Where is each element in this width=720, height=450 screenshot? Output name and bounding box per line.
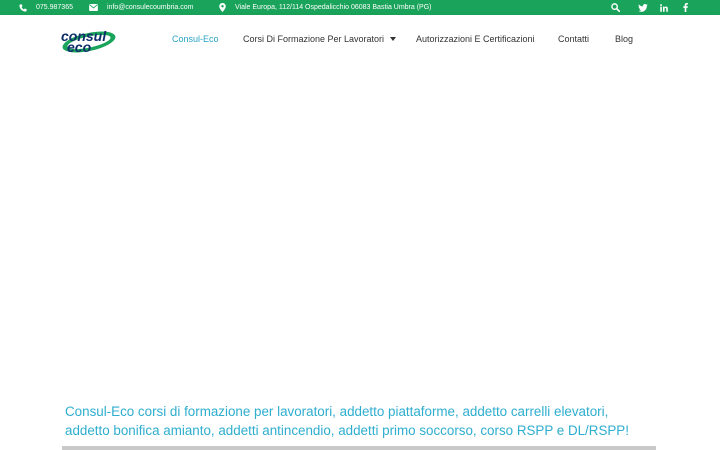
nav-item-corsi-formazione[interactable]: Corsi Di Formazione Per Lavoratori (243, 31, 397, 47)
nav-item-label: Blog (615, 34, 634, 44)
top-bar: 075.987365 info@consulecoumbria.com Vial… (0, 0, 720, 15)
linkedin-link[interactable] (657, 0, 671, 15)
nav-item-contatti[interactable]: Contatti (558, 31, 589, 47)
address-text: Viale Europa, 112/114 Ospedalicchio 0608… (235, 4, 432, 11)
content-divider (62, 446, 656, 450)
linkedin-icon (660, 3, 668, 12)
facebook-link[interactable] (678, 0, 692, 15)
facebook-icon (682, 3, 688, 12)
nav-item-blog[interactable]: Blog (615, 31, 633, 47)
phone-contact[interactable]: 075.987365 (19, 0, 73, 15)
consul-eco-logo[interactable]: consul eco (55, 25, 119, 55)
search-icon (610, 3, 620, 12)
page-headline: Consul-Eco corsi di formazione per lavor… (65, 402, 665, 440)
logo-line2: eco (67, 39, 92, 55)
nav-item-label: Autorizzazioni E Certificazioni (416, 34, 535, 44)
envelope-icon (89, 4, 98, 11)
twitter-icon (638, 3, 648, 12)
address-contact[interactable]: Viale Europa, 112/114 Ospedalicchio 0608… (219, 0, 432, 15)
nav-item-consul-eco[interactable]: Consul-Eco (172, 31, 219, 47)
nav-item-label: Corsi Di Formazione Per Lavoratori (243, 34, 385, 44)
nav-item-label: Contatti (558, 34, 590, 44)
email-text: info@consulecoumbria.com (107, 4, 194, 11)
nav-item-label: Consul-Eco (172, 34, 219, 44)
map-marker-icon (219, 3, 226, 12)
phone-icon (19, 3, 27, 12)
main-navigation: consul eco Consul-Eco Corsi Di Formazion… (0, 15, 720, 63)
twitter-link[interactable] (636, 0, 650, 15)
nav-item-autorizzazioni[interactable]: Autorizzazioni E Certificazioni (416, 31, 535, 47)
hero-section (0, 63, 720, 393)
phone-text: 075.987365 (36, 4, 73, 11)
logo-mark: consul eco (61, 28, 116, 55)
chevron-down-icon (390, 37, 397, 41)
headline-line-2: addetto bonifica amianto, addetti antinc… (65, 423, 629, 438)
search-button[interactable] (608, 0, 622, 15)
email-contact[interactable]: info@consulecoumbria.com (89, 0, 193, 15)
headline-line-1: Consul-Eco corsi di formazione per lavor… (65, 404, 609, 419)
